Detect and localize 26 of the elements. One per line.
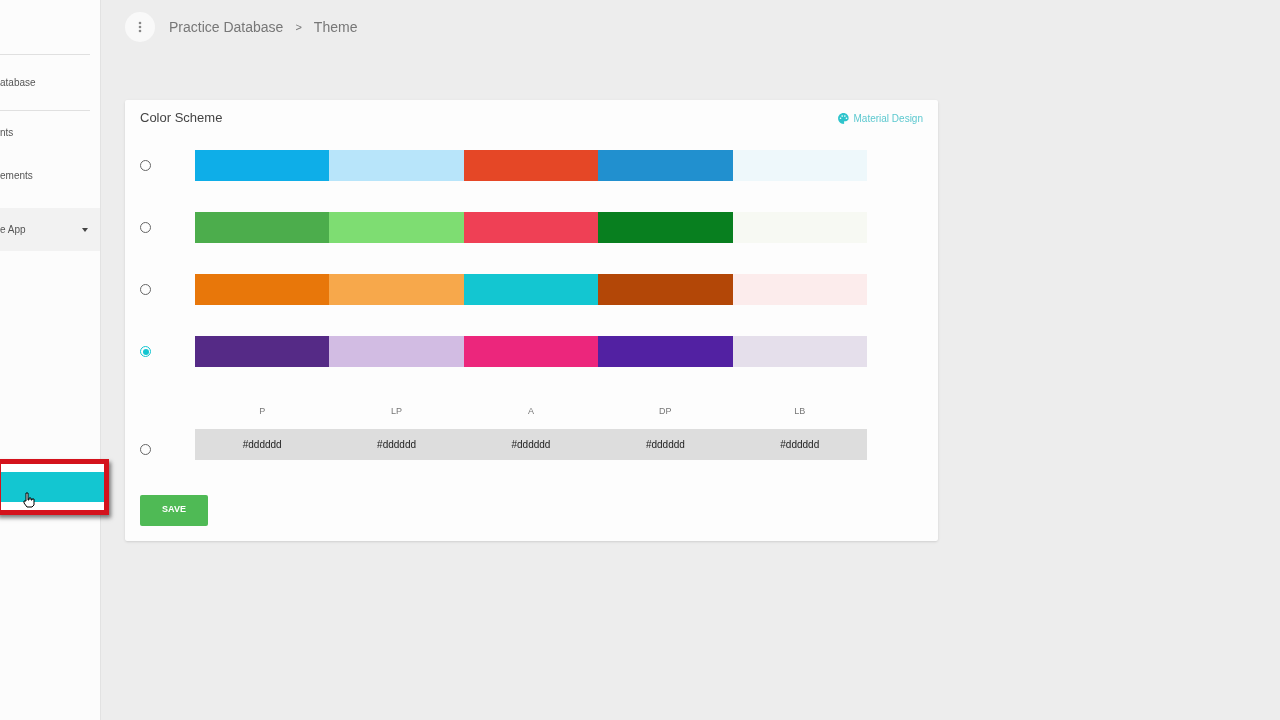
color-value-field[interactable]: #dddddd [598, 436, 733, 452]
color-value-field[interactable]: #dddddd [329, 436, 464, 452]
caret-icon [82, 227, 88, 232]
column-header: LB [793, 405, 807, 418]
sidebar-item[interactable]: ements [0, 154, 100, 197]
breadcrumb-separator: > [295, 19, 302, 35]
sidebar-item[interactable]: nts [0, 111, 100, 154]
more-vertical-icon [138, 21, 142, 33]
breadcrumb-item[interactable]: Theme [313, 16, 358, 38]
column-header: P [258, 405, 267, 418]
sidebar-item-label: e App [0, 223, 26, 237]
color-value-field[interactable]: #dddddd [195, 436, 330, 452]
sidebar-item-label: atabase [0, 76, 36, 90]
column-header: DP [658, 405, 673, 418]
breadcrumb-item[interactable]: Practice Database [169, 16, 284, 38]
column-header: LP [390, 405, 404, 418]
sidebar-item[interactable]: atabase [0, 54, 90, 111]
color-value-field[interactable]: #dddddd [463, 436, 599, 452]
card-title: Color Scheme [140, 109, 223, 128]
hand-cursor-icon [23, 492, 35, 508]
sidebar-item-label: ements [0, 169, 33, 183]
sidebar-item[interactable]: e App [0, 208, 100, 251]
color-value-field[interactable]: #dddddd [732, 436, 867, 452]
column-header: A [526, 405, 535, 418]
sidebar-item-label: nts [0, 126, 14, 140]
palette-icon [836, 111, 850, 125]
